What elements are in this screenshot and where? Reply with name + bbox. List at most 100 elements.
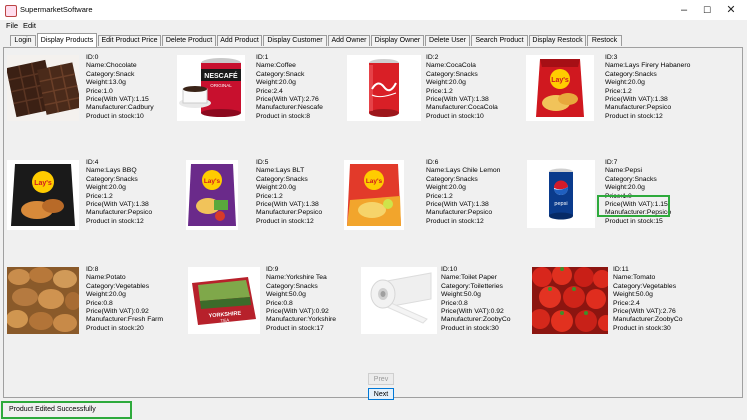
product-price: Price:0.8 — [441, 299, 468, 307]
tab-bar: Login Display Products Edit Product Pric… — [0, 33, 747, 47]
product-weight: Weight:20.0g — [605, 79, 645, 87]
product-info-5: ID:5 Name:Lays BLT Category:Snacks Weigh… — [256, 159, 322, 226]
product-price: Price:1.2 — [86, 192, 113, 200]
tab-login[interactable]: Login — [10, 35, 36, 46]
product-id: ID:4 — [86, 159, 99, 166]
nescafe-sub-label: ORIGINAL — [210, 83, 232, 88]
product-price-vat: Price(With VAT):1.38 — [256, 200, 319, 208]
product-name: Name:Lays Chile Lemon — [426, 167, 501, 175]
product-stock: Product in stock:30 — [441, 324, 499, 332]
product-manufacturer: Manufacturer:Yorkshire — [266, 316, 337, 324]
product-category: Category:Snack — [86, 70, 135, 78]
product-id: ID:0 — [86, 54, 99, 61]
app-icon — [5, 5, 17, 17]
product-price: Price:1.2 — [426, 192, 453, 200]
product-id: ID:5 — [256, 159, 269, 166]
product-image-cocacola — [347, 55, 421, 121]
product-stock: Product in stock:10 — [86, 112, 144, 120]
product-id: ID:10 — [441, 266, 458, 273]
product-weight: Weight:20.0g — [86, 184, 126, 192]
tab-display-customer[interactable]: Display Customer — [263, 35, 327, 46]
tab-edit-product-price[interactable]: Edit Product Price — [98, 35, 161, 46]
product-id: ID:9 — [266, 266, 279, 273]
title-bar: SupermarketSoftware – ☐ ✕ — [0, 0, 747, 21]
tab-display-products[interactable]: Display Products — [37, 33, 97, 47]
tab-display-restock[interactable]: Display Restock — [529, 35, 586, 46]
product-id: ID:6 — [426, 159, 439, 166]
product-category: Category:Snack — [256, 70, 305, 78]
product-image-potato — [7, 267, 79, 334]
products-panel: ID:0 Name:Chocolate Category:Snack Weigh… — [3, 47, 743, 400]
tab-delete-product[interactable]: Delete Product — [162, 35, 216, 46]
product-price: Price:1.2 — [256, 192, 283, 200]
product-price-vat: Price(With VAT):1.38 — [86, 200, 149, 208]
tab-search-product[interactable]: Search Product — [471, 35, 528, 46]
product-weight: Weight:20.0g — [86, 291, 126, 299]
product-name: Name:Lays BBQ — [86, 167, 137, 175]
menu-file[interactable]: File — [6, 21, 18, 30]
product-price: Price:1.0 — [605, 192, 632, 200]
product-price: Price:0.8 — [266, 299, 293, 307]
product-weight: Weight:50.0g — [441, 291, 481, 299]
product-info-10: ID:10 Name:Toilet Paper Category:Toilett… — [441, 266, 511, 333]
prev-button[interactable]: Prev — [368, 373, 394, 385]
product-name: Name:Pepsi — [605, 167, 643, 175]
tab-add-product[interactable]: Add Product — [217, 35, 262, 46]
lays-logo-text: Lay's — [366, 178, 383, 185]
product-category: Category:Snacks — [605, 70, 657, 78]
product-name: Name:Chocolate — [86, 62, 137, 70]
product-price-vat: Price(With VAT):1.38 — [426, 200, 489, 208]
product-info-2: ID:2 Name:CocaCola Category:Snacks Weigh… — [426, 54, 498, 121]
tab-restock[interactable]: Restock — [587, 35, 622, 46]
product-info-6: ID:6 Name:Lays Chile Lemon Category:Snac… — [426, 159, 500, 226]
menu-edit[interactable]: Edit — [23, 21, 36, 30]
product-category: Category:Snacks — [426, 175, 478, 183]
product-name: Name:Coffee — [256, 62, 296, 70]
product-image-lays-bbq: Lay's — [7, 160, 79, 230]
product-id: ID:11 — [613, 266, 629, 273]
product-name: Name:Lays Firery Habanero — [605, 62, 691, 70]
product-weight: Weight:20.0g — [605, 184, 645, 192]
product-stock: Product in stock:30 — [613, 324, 671, 332]
product-category: Category:Snacks — [86, 175, 138, 183]
product-price-vat: Price(With VAT):2.76 — [256, 95, 319, 103]
product-id: ID:1 — [256, 54, 269, 61]
product-image-coffee: NESCAFÉ ORIGINAL — [177, 55, 245, 121]
product-image-lays-chile-lemon: Lay's — [344, 160, 404, 230]
product-manufacturer: Manufacturer:Nescafe — [256, 104, 323, 112]
menu-bar: File Edit — [0, 20, 747, 32]
close-icon[interactable]: ✕ — [717, 2, 745, 18]
product-stock: Product in stock:8 — [256, 112, 311, 120]
product-image-chocolate — [7, 55, 79, 121]
product-stock: Product in stock:17 — [266, 324, 324, 332]
product-image-tomato — [532, 267, 608, 334]
product-manufacturer: Manufacturer:ZoobyCo — [613, 316, 683, 324]
product-category: Category:Vegetables — [86, 282, 150, 290]
product-image-lays-blt: Lay's — [186, 160, 238, 230]
product-manufacturer: Manufacturer:Pepsico — [86, 209, 153, 217]
product-stock: Product in stock:12 — [256, 217, 314, 225]
product-weight: Weight:20.0g — [256, 79, 296, 87]
tab-delete-user[interactable]: Delete User — [425, 35, 470, 46]
product-weight: Weight:20.0g — [426, 79, 466, 87]
product-price-vat: Price(With VAT):0.92 — [266, 307, 329, 315]
product-category: Category:Snacks — [426, 70, 478, 78]
product-category: Category:Vegetables — [613, 282, 677, 290]
lays-logo-text: Lay's — [34, 180, 52, 187]
product-category: Category:Toiletteries — [441, 282, 503, 290]
tab-add-owner[interactable]: Add Owner — [328, 35, 370, 46]
tab-display-owner[interactable]: Display Owner — [371, 35, 424, 46]
product-price-vat: Price(With VAT):0.92 — [86, 307, 149, 315]
product-stock: Product in stock:15 — [605, 217, 663, 225]
product-info-4: ID:4 Name:Lays BBQ Category:Snacks Weigh… — [86, 159, 152, 226]
status-bar: Product Edited Successfully — [0, 400, 747, 420]
product-stock: Product in stock:12 — [426, 217, 484, 225]
product-id: ID:3 — [605, 54, 618, 61]
next-button[interactable]: Next — [368, 388, 394, 400]
product-weight: Weight:50.0g — [613, 291, 653, 299]
product-weight: Weight:50.0g — [266, 291, 306, 299]
product-price: Price:1.2 — [426, 87, 453, 95]
product-weight: Weight:20.0g — [426, 184, 466, 192]
product-price-vat: Price(With VAT):0.92 — [441, 307, 504, 315]
product-price-vat: Price(With VAT):1.38 — [426, 95, 489, 103]
